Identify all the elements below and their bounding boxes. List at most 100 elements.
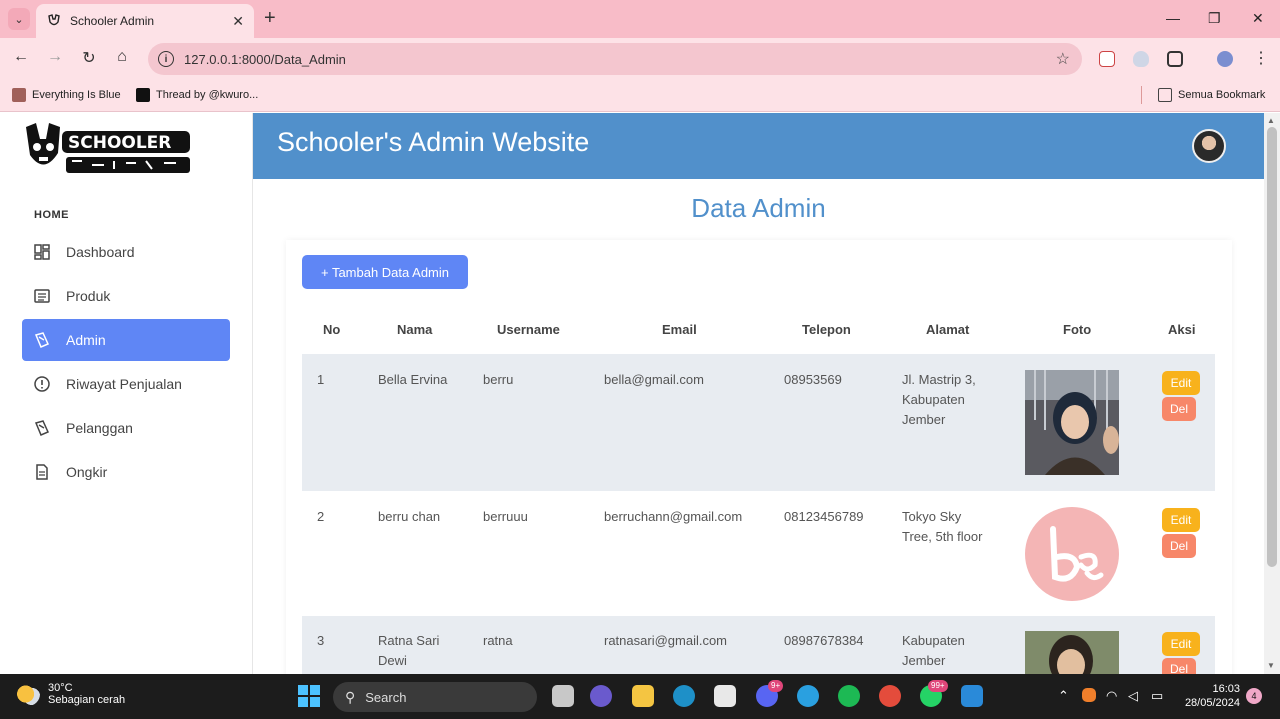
browser-toolbar: ← → ↻ ⌂ i 127.0.0.1:8000/Data_Admin ☆ ⋮	[0, 38, 1280, 80]
close-window-icon[interactable]: ✕	[1252, 10, 1264, 27]
wifi-icon[interactable]: ◠	[1106, 688, 1117, 704]
admin-icon	[34, 332, 50, 348]
app-header: Schooler's Admin Website	[253, 113, 1264, 179]
alert-circle-icon	[34, 376, 50, 392]
shield-extension-icon[interactable]	[1133, 51, 1149, 67]
customer-icon	[34, 420, 50, 436]
search-icon: ⚲	[345, 688, 356, 705]
scrollbar-thumb[interactable]	[1267, 127, 1277, 567]
dashboard-icon	[34, 244, 50, 260]
admin-photo	[1025, 370, 1119, 475]
forward-icon[interactable]: →	[44, 48, 66, 66]
maximize-icon[interactable]: ❐	[1208, 10, 1221, 27]
minimize-icon[interactable]: —	[1166, 10, 1180, 26]
home-icon[interactable]: ⌂	[111, 48, 133, 66]
edge-icon[interactable]	[673, 685, 695, 707]
delete-button[interactable]: Del	[1162, 534, 1196, 558]
url-text: 127.0.0.1:8000/Data_Admin	[184, 51, 346, 67]
add-admin-button[interactable]: + Tambah Data Admin	[302, 255, 468, 289]
cell-alamat: Tokyo Sky	[902, 509, 962, 524]
sidebar-item-label: Pelanggan	[66, 420, 133, 436]
clock-time: 16:03	[1212, 683, 1240, 695]
browser-tab-bar: ⌄ Schooler Admin ✕ + — ❐ ✕	[0, 0, 1280, 38]
column-header-username: Username	[497, 322, 560, 337]
address-bar[interactable]: i 127.0.0.1:8000/Data_Admin ☆	[148, 43, 1082, 75]
cell-email: berruchann@gmail.com	[604, 509, 743, 524]
bookmark-favicon-icon	[12, 88, 26, 102]
edit-button[interactable]: Edit	[1162, 371, 1200, 395]
scroll-up-icon[interactable]: ▲	[1267, 116, 1275, 125]
weather-widget[interactable]: 30°C Sebagian cerah	[16, 682, 125, 706]
scroll-down-icon[interactable]: ▼	[1267, 661, 1275, 670]
microsoft-store-icon[interactable]	[714, 685, 736, 707]
browser-menu-icon[interactable]: ⋮	[1250, 48, 1272, 68]
column-header-nama: Nama	[397, 322, 433, 337]
edit-button[interactable]: Edit	[1162, 508, 1200, 532]
sidebar-item-pelanggan[interactable]: Pelanggan	[22, 407, 230, 449]
edit-button[interactable]: Edit	[1162, 632, 1200, 656]
file-icon	[34, 464, 50, 480]
bookmark-star-icon[interactable]: ☆	[1056, 49, 1070, 69]
sidebar-item-dashboard[interactable]: Dashboard	[22, 231, 230, 273]
cell-username: berru	[483, 372, 514, 387]
spotify-icon[interactable]	[838, 685, 860, 707]
reload-icon[interactable]: ↻	[78, 48, 100, 68]
bookmark-item[interactable]: Everything Is Blue	[12, 88, 121, 102]
windows-taskbar: 30°C Sebagian cerah ⚲ Search 9+ 99+ ⌃ ◠ …	[0, 674, 1280, 719]
bookmarks-bar: Everything Is Blue Thread by @kwuro... S…	[0, 80, 1280, 112]
bookmark-favicon-icon	[136, 88, 150, 102]
sidebar-item-admin[interactable]: Admin	[22, 319, 230, 361]
battery-icon[interactable]: ▭	[1151, 688, 1163, 704]
bookmark-label: Thread by @kwuro...	[156, 89, 259, 101]
schooler-logo[interactable]: SCHOOLER	[22, 117, 192, 179]
file-explorer-icon[interactable]	[632, 685, 654, 707]
cell-no: 1	[317, 372, 325, 387]
task-view-icon[interactable]	[552, 685, 574, 707]
column-header-alamat: Alamat	[926, 322, 970, 337]
all-bookmarks-folder[interactable]: Semua Bookmark	[1158, 88, 1265, 102]
bookmark-item[interactable]: Thread by @kwuro...	[136, 88, 258, 102]
sidebar-item-riwayat-penjualan[interactable]: Riwayat Penjualan	[22, 363, 230, 405]
vpn-extension-icon[interactable]	[1099, 51, 1115, 67]
skull-favicon-icon	[46, 13, 62, 29]
cell-nama: Ratna Sari	[378, 633, 440, 648]
user-avatar[interactable]	[1192, 129, 1226, 163]
cell-username: berruuu	[483, 509, 528, 524]
taskbar-search[interactable]: ⚲ Search	[333, 682, 537, 712]
profile-icon[interactable]	[1217, 51, 1233, 67]
partly-sunny-icon	[16, 682, 40, 706]
cell-nama: Bella Ervina	[378, 372, 448, 387]
tab-search-button[interactable]: ⌄	[8, 8, 30, 30]
cell-telepon: 08953569	[784, 372, 842, 387]
tab-close-icon[interactable]: ✕	[232, 13, 244, 30]
site-title: Schooler's Admin Website	[277, 127, 590, 157]
tray-app-icon[interactable]	[1082, 688, 1096, 702]
page-scrollbar[interactable]: ▲ ▼	[1264, 113, 1280, 674]
tab-title: Schooler Admin	[70, 14, 155, 28]
extensions-puzzle-icon[interactable]	[1167, 51, 1183, 67]
notification-badge[interactable]: 4	[1246, 688, 1262, 704]
cell-telepon: 08123456789	[784, 509, 864, 524]
tray-chevron-icon[interactable]: ⌃	[1058, 688, 1069, 704]
windows-start-icon[interactable]	[298, 685, 320, 707]
meet-icon[interactable]	[590, 685, 612, 707]
browser-tab[interactable]: Schooler Admin ✕	[36, 4, 254, 38]
delete-button[interactable]: Del	[1162, 397, 1196, 421]
sidebar-item-label: Ongkir	[66, 464, 108, 480]
back-icon[interactable]: ←	[10, 48, 32, 66]
discord-badge: 9+	[768, 680, 784, 692]
cell-telepon: 08987678384	[784, 633, 864, 648]
volume-icon[interactable]: ◁	[1128, 688, 1138, 704]
chrome-icon[interactable]	[879, 685, 901, 707]
vscode-icon[interactable]	[961, 685, 983, 707]
delete-button[interactable]: Del	[1162, 658, 1196, 676]
sidebar-item-ongkir[interactable]: Ongkir	[22, 451, 230, 493]
sidebar-item-produk[interactable]: Produk	[22, 275, 230, 317]
app-icon[interactable]	[797, 685, 819, 707]
system-clock[interactable]: 16:03 28/05/2024	[1180, 682, 1240, 710]
sidebar-item-label: Produk	[66, 288, 111, 304]
new-tab-button[interactable]: +	[264, 8, 276, 28]
site-info-icon[interactable]: i	[158, 51, 174, 67]
column-header-foto: Foto	[1063, 322, 1092, 337]
admin-photo	[1025, 631, 1119, 674]
